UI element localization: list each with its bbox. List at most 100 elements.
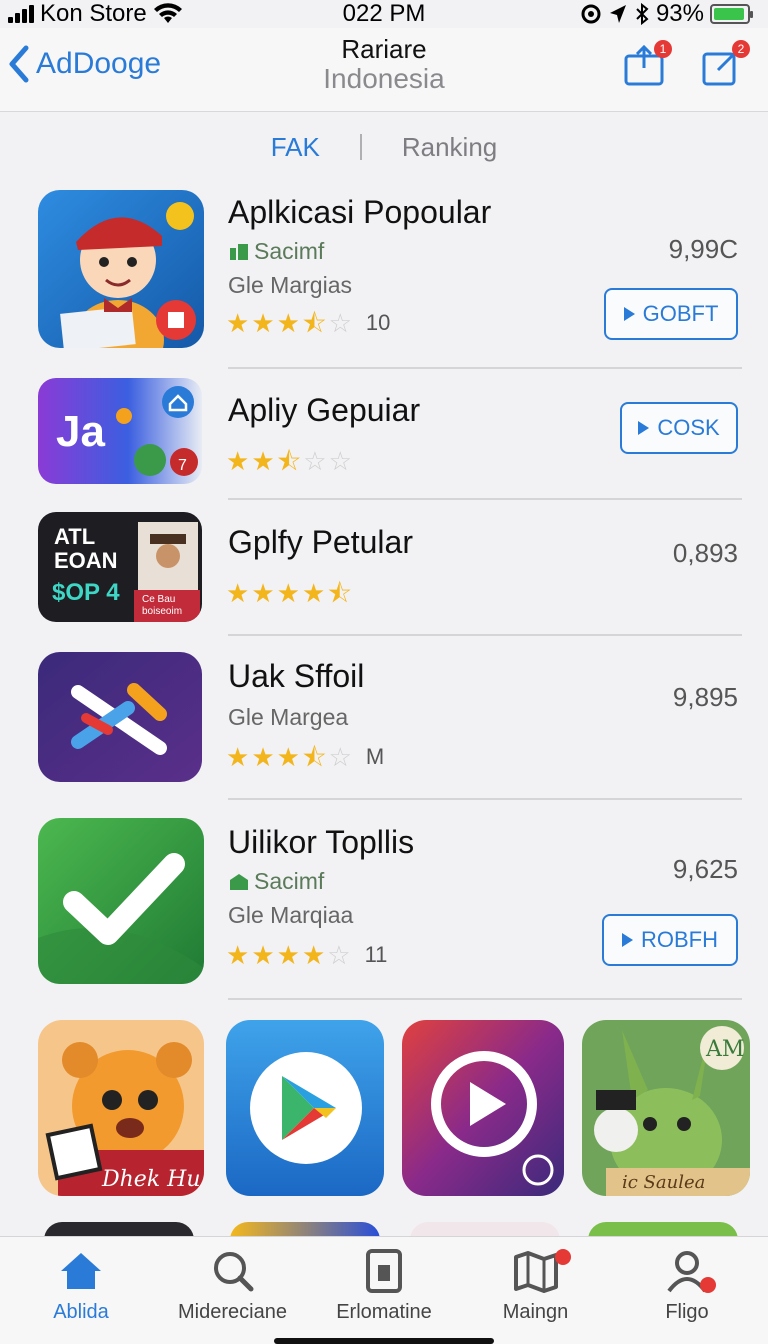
star-icon: ★ [251,578,275,608]
segment-ranking[interactable]: Ranking [362,132,537,163]
star-icon: ★ [251,446,275,476]
row-separator [228,998,742,1000]
grid-app-icon[interactable]: Dhek Hugeos [38,1020,204,1196]
get-button[interactable]: GOBFT [604,288,738,340]
status-left: Kon Store [8,0,183,28]
notification-dot [554,1249,571,1265]
svg-text:7: 7 [178,457,187,474]
star-rating: ★ ★ ★ ⯪ ☆ 10 [226,310,390,336]
app-category: Gle Marqiaa [228,902,354,928]
segmented-control: FAK Ranking [0,112,768,182]
app-icon[interactable]: Ja 7 [38,378,202,484]
notification-badge: 1 [654,40,672,58]
x-logo-icon [38,652,202,782]
map-icon [513,1251,558,1293]
star-icon: ★ [251,742,275,772]
star-icon: ★ [226,446,250,476]
rating-count: 10 [365,310,391,335]
get-button-label: COSK [657,415,720,440]
star-rating: ★ ★ ★ ★ ☆ 11 [226,942,387,968]
star-icon: ★ [301,578,326,608]
grid-app-icon[interactable]: AM ic Saulea [582,1020,750,1196]
battery-level [714,8,744,20]
app-icon[interactable] [38,190,204,348]
tab-label: Midereciane [178,1301,287,1323]
alarm-icon [581,4,601,24]
status-right: 93% [580,0,753,28]
carrier-label: Kon Store [40,0,147,27]
row-separator [228,634,742,636]
tab-profile[interactable]: Fligo [612,1247,762,1344]
app-name: Uak Sffoil [228,658,365,694]
play-icon [623,307,635,321]
star-rating: ★ ★ ⯪ ☆ ☆ [226,448,352,474]
get-button-label: ROBFH [641,927,718,952]
app3-tag2: boiseoim [142,606,182,617]
app3-line1: ATL [54,524,95,549]
tab-label: Maingn [502,1301,569,1323]
star-icon: ★ [251,940,275,970]
star-icon: ⯪ [301,308,327,338]
cartoon-boy-icon [38,190,204,348]
tab-label: Fligo [665,1301,709,1323]
app-icon[interactable] [38,818,204,984]
row-separator [228,498,742,500]
tab-home[interactable]: Ablida [6,1247,156,1344]
rating-count: M [365,744,385,769]
app-icon[interactable] [38,652,202,782]
app3-line3: $OP 4 [52,579,120,606]
app-category: Gle Margias [228,272,352,298]
video-play-icon [402,1020,564,1196]
star-icon: ⯪ [301,742,327,772]
star-icon: ★ [226,578,250,608]
star-icon: ☆ [328,308,352,338]
signal-icon [8,5,34,23]
grid4-caption: ic Saulea [622,1172,705,1193]
star-icon: ★ [226,742,250,772]
app-icon[interactable]: ATL EOAN $OP 4 Ce Bau boiseoim [38,512,202,622]
tab-bar: Ablida Midereciane Erlomatine Maingn Fli… [0,1236,768,1344]
battery-icon [710,4,753,24]
app-name: Aplkicasi Popoular [228,194,492,230]
app-developer: Sacimf [228,238,324,265]
app-price: 0,893 [672,538,738,568]
grid-app-icon[interactable] [226,1020,384,1196]
notification-dot [700,1277,716,1293]
app-name: Apliy Gepuiar [228,392,421,428]
star-icon: ⯪ [327,578,352,608]
get-button[interactable]: ROBFH [602,914,738,966]
app2-logo-text: Ja [56,407,105,456]
share-button[interactable]: 1 [622,40,672,88]
play-icon [622,933,633,947]
star-icon: ★ [276,308,300,338]
play-store-icon [226,1020,384,1196]
app-price: 9,895 [672,682,738,712]
grid-app-icon[interactable] [402,1020,564,1196]
rating-count: 11 [364,942,388,967]
developer-label: Sacimf [254,238,325,264]
app-category: Gle Margea [228,704,349,730]
tab-map[interactable]: Maingn [461,1247,611,1344]
app-developer: Sacimf [228,868,324,895]
compose-button[interactable]: 2 [700,40,750,88]
tab-card[interactable]: Erlomatine [309,1247,459,1344]
segment-first[interactable]: FAK [231,132,360,163]
star-icon: ⯪ [276,446,302,476]
tab-search[interactable]: Midereciane [158,1247,308,1344]
app-name: Uilikor Topllis [228,824,415,860]
tab-label: Erlomatine [336,1301,432,1323]
get-button-label: GOBFT [642,301,719,326]
play-icon [638,421,650,435]
developer-icon [230,243,248,260]
row-separator [228,798,742,800]
card-icon [366,1249,402,1293]
game-poster-icon: ATL EOAN $OP 4 Ce Bau boiseoim [38,512,202,622]
app3-line2: EOAN [54,548,118,573]
get-button[interactable]: COSK [620,402,738,454]
star-icon: ★ [251,308,275,338]
tab-label: Ablida [53,1301,109,1323]
row-separator [228,367,742,369]
star-icon: ☆ [303,446,327,476]
star-rating: ★ ★ ★ ⯪ ☆ M [226,744,384,770]
nav-bar: AdDooge Rariare Indonesia 1 2 [0,28,768,112]
